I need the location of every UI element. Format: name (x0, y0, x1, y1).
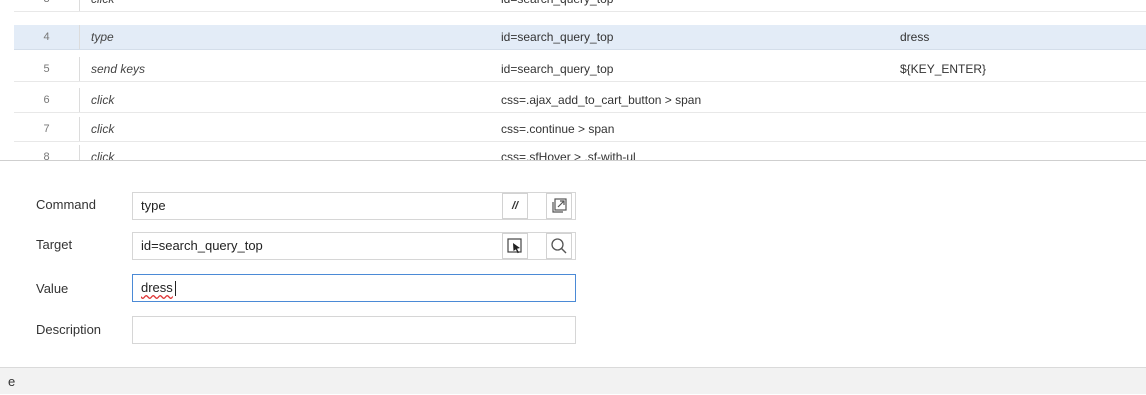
open-in-new-icon (552, 198, 567, 213)
command-table: 3 click id=search_query_top 4 type id=se… (0, 0, 1146, 160)
command-input-text: type (141, 198, 166, 213)
table-row[interactable]: 6 click css=.ajax_add_to_cart_button > s… (14, 88, 1146, 113)
row-target: css=.continue > span (501, 122, 615, 136)
row-value: dress (900, 30, 930, 44)
log-panel-strip: e (0, 367, 1146, 394)
table-row[interactable]: 3 click id=search_query_top (14, 0, 1146, 12)
find-target-button[interactable] (546, 233, 572, 259)
select-target-button[interactable] (502, 233, 528, 259)
row-target: id=search_query_top (501, 30, 614, 44)
row-number: 3 (14, 0, 80, 11)
log-panel-text: e (8, 374, 16, 389)
row-number: 7 (14, 117, 80, 141)
comment-slashes-icon: // (511, 200, 519, 212)
toggle-comment-button[interactable]: // (502, 193, 528, 219)
row-value: ${KEY_ENTER} (900, 62, 987, 76)
row-target: css=.ajax_add_to_cart_button > span (501, 93, 702, 107)
row-number: 4 (14, 25, 80, 49)
row-number: 8 (14, 145, 80, 160)
command-label: Command (36, 197, 96, 212)
table-row[interactable]: 7 click css=.continue > span (14, 117, 1146, 142)
row-command: click (91, 0, 114, 12)
open-reference-button[interactable] (546, 193, 572, 219)
row-command: click (91, 122, 115, 136)
value-label: Value (36, 281, 69, 296)
table-row[interactable]: 8 click css=.sfHover > .sf-with-ul (14, 145, 1146, 160)
description-input[interactable] (132, 316, 576, 344)
search-icon (551, 238, 567, 254)
table-row-selected[interactable]: 4 type id=search_query_top dress (14, 25, 1146, 50)
row-command: type (91, 30, 114, 44)
value-input[interactable]: dress (132, 274, 576, 302)
row-target: id=search_query_top (501, 62, 614, 76)
row-command: click (91, 93, 115, 107)
table-divider (0, 160, 1146, 161)
row-target: css=.sfHover > .sf-with-ul (501, 150, 636, 160)
text-caret (175, 281, 176, 296)
value-input-text: dress (141, 280, 173, 295)
target-input-text: id=search_query_top (141, 238, 263, 253)
select-target-icon (507, 238, 522, 254)
row-number: 6 (14, 88, 80, 112)
row-command: send keys (91, 62, 146, 76)
row-number: 5 (14, 57, 80, 81)
row-command: click (91, 150, 115, 160)
row-target: id=search_query_top (501, 0, 613, 12)
target-label: Target (36, 237, 73, 252)
description-label: Description (36, 322, 102, 337)
table-row[interactable]: 5 send keys id=search_query_top ${KEY_EN… (14, 57, 1146, 82)
